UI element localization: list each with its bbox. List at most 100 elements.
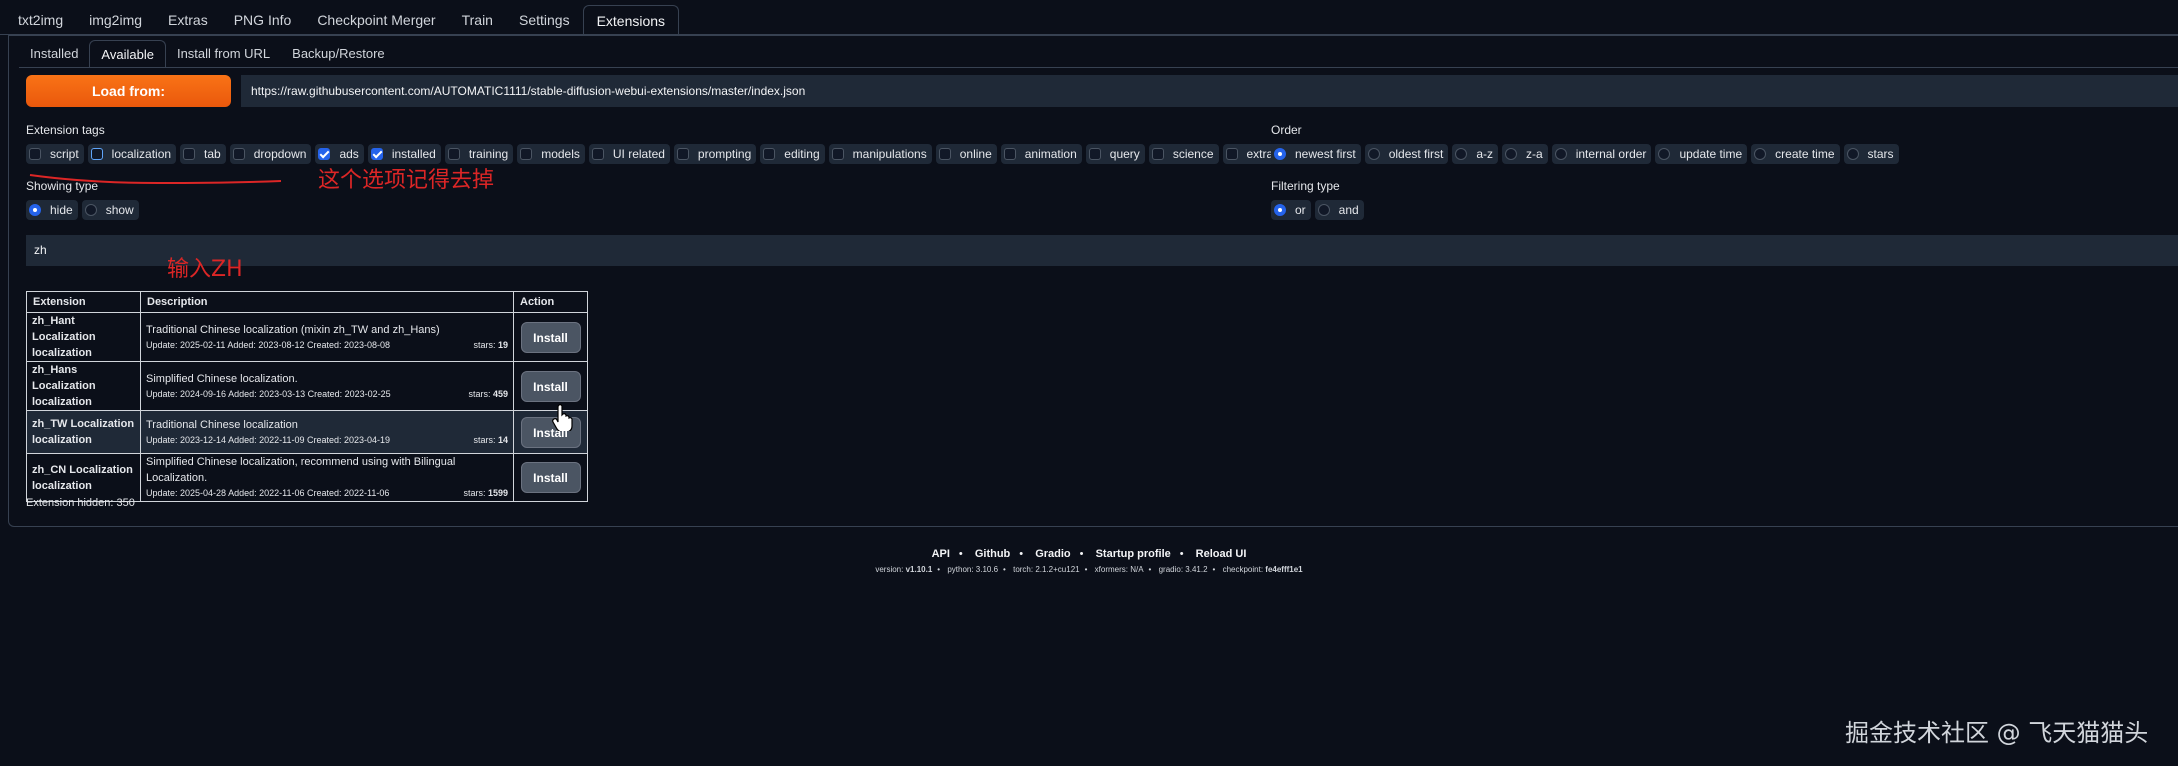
footer-link-api[interactable]: API	[932, 548, 950, 560]
header-extension: Extension	[26, 291, 141, 313]
stars-count: 19	[497, 339, 508, 350]
radio-icon	[1754, 148, 1767, 160]
extension-description: Simplified Chinese localization.	[146, 372, 298, 385]
description-cell: Simplified Chinese localization. Update:…	[140, 361, 514, 411]
tag-option-editing[interactable]: editing	[760, 144, 825, 164]
table-row: zh_TW Localization localization Traditio…	[26, 410, 588, 454]
tag-option-animation[interactable]: animation	[1000, 144, 1082, 164]
order-option-stars[interactable]: stars	[1843, 144, 1899, 164]
tab-txt2img[interactable]: txt2img	[5, 5, 76, 35]
checkbox-checked-icon	[318, 148, 331, 160]
tab-train[interactable]: Train	[449, 5, 506, 35]
tab-extras[interactable]: Extras	[155, 5, 221, 35]
checkbox-icon	[447, 148, 460, 160]
extension-name-link[interactable]: zh_Hant Localization	[32, 313, 135, 345]
extension-name-link[interactable]: zh_CN Localization	[32, 462, 135, 478]
footer-link-gradio[interactable]: Gradio	[1035, 548, 1070, 560]
checkpoint-value[interactable]: fe4efff1e1	[1265, 565, 1302, 574]
tab-settings[interactable]: Settings	[506, 5, 583, 35]
extension-tag: localization	[32, 347, 92, 359]
checkbox-icon	[763, 148, 776, 160]
tag-option-dropdown[interactable]: dropdown	[229, 144, 312, 164]
order-option-newest-first[interactable]: newest first	[1271, 144, 1361, 164]
tab-backup-restore[interactable]: Backup/Restore	[281, 40, 396, 68]
install-button[interactable]: Install	[520, 370, 581, 402]
showing-type-group: hide show	[26, 200, 143, 220]
version-value: v1.10.1	[905, 565, 933, 574]
footer-link-startup-profile[interactable]: Startup profile	[1096, 548, 1171, 560]
tag-option-localization[interactable]: localization	[87, 144, 177, 164]
checkbox-icon	[29, 148, 41, 160]
tag-option-ui-related[interactable]: UI related	[588, 144, 670, 164]
extension-dates: Update: 2025-02-11 Added: 2023-08-12 Cre…	[146, 339, 391, 350]
tab-install-from-url[interactable]: Install from URL	[166, 40, 281, 68]
radio-selected-icon	[1274, 204, 1286, 216]
order-option-update-time[interactable]: update time	[1655, 144, 1748, 164]
tag-option-models[interactable]: models	[517, 144, 585, 164]
tab-installed[interactable]: Installed	[19, 40, 89, 68]
extension-cell: zh_TW Localization localization	[26, 410, 141, 454]
footer-link-github[interactable]: Github	[975, 548, 1010, 560]
order-option-z-a[interactable]: z-a	[1502, 144, 1548, 164]
tag-option-manipulations[interactable]: manipulations	[828, 144, 932, 164]
showing-option-hide[interactable]: hide	[26, 200, 78, 220]
tag-option-online[interactable]: online	[935, 144, 997, 164]
torch-value: 2.1.2+cu121	[1035, 565, 1080, 574]
showing-type-label: Showing type	[26, 179, 99, 193]
tag-option-installed[interactable]: installed	[367, 144, 441, 164]
header-description: Description	[140, 291, 514, 313]
filtering-option-or[interactable]: or	[1271, 200, 1311, 220]
footer-link-reload-ui[interactable]: Reload UI	[1196, 548, 1247, 560]
filtering-type-label: Filtering type	[1271, 179, 1340, 193]
radio-selected-icon	[29, 204, 41, 216]
install-button[interactable]: Install	[520, 462, 581, 493]
tab-png-info[interactable]: PNG Info	[221, 5, 305, 35]
tag-option-prompting[interactable]: prompting	[673, 144, 757, 164]
header-action: Action	[513, 291, 588, 313]
tag-option-ads[interactable]: ads	[315, 144, 364, 164]
install-button[interactable]: Install	[520, 321, 581, 353]
filtering-type-group: or and	[1271, 200, 1368, 220]
tab-extensions[interactable]: Extensions	[582, 5, 680, 35]
python-value: 3.10.6	[975, 565, 999, 574]
index-url-input[interactable]: https://raw.githubusercontent.com/AUTOMA…	[241, 75, 2178, 107]
tab-available[interactable]: Available	[89, 40, 166, 68]
extension-name-link[interactable]: zh_TW Localization	[32, 416, 135, 432]
extension-search-input[interactable]: zh	[26, 235, 2178, 266]
description-cell: Simplified Chinese localization, recomme…	[140, 453, 514, 502]
order-option-oldest-first[interactable]: oldest first	[1364, 144, 1449, 164]
checkbox-icon	[1151, 148, 1164, 160]
tag-option-training[interactable]: training	[444, 144, 514, 164]
table-header-row: Extension Description Action	[26, 291, 588, 313]
radio-icon	[1317, 204, 1330, 216]
order-option-internal-order[interactable]: internal order	[1551, 144, 1652, 164]
annotation-remove-option: 这个选项记得去掉	[318, 168, 495, 193]
sub-tab-divider	[19, 67, 2178, 68]
load-from-button[interactable]: Load from:	[26, 75, 231, 107]
tag-option-tab[interactable]: tab	[180, 144, 226, 164]
showing-option-show[interactable]: show	[81, 200, 139, 220]
extension-cell: zh_Hans Localization localization	[26, 361, 141, 411]
checkbox-icon	[1003, 148, 1016, 160]
extension-dates: Update: 2025-04-28 Added: 2022-11-06 Cre…	[146, 488, 390, 498]
gradio-value: 3.41.2	[1185, 565, 1208, 574]
extension-cell: zh_Hant Localization localization	[26, 312, 141, 362]
filtering-option-and[interactable]: and	[1314, 200, 1364, 220]
checkbox-icon	[1088, 148, 1101, 160]
tag-option-script[interactable]: script	[26, 144, 84, 164]
order-group: newest first oldest first a-z z-a intern…	[1271, 144, 1903, 164]
extension-name-link[interactable]: zh_Hans Localization	[32, 362, 135, 394]
extension-cell: zh_CN Localization localization	[26, 453, 141, 502]
order-option-create-time[interactable]: create time	[1751, 144, 1840, 164]
action-cell: Install	[513, 410, 588, 454]
stars-count: 14	[497, 434, 508, 445]
table-row: zh_Hant Localization localization Tradit…	[26, 312, 588, 362]
top-tab-bar: txt2img img2img Extras PNG Info Checkpoi…	[5, 5, 680, 35]
tab-img2img[interactable]: img2img	[76, 5, 155, 35]
tag-option-query[interactable]: query	[1085, 144, 1145, 164]
table-row: zh_Hans Localization localization Simpli…	[26, 361, 588, 411]
tab-checkpoint-merger[interactable]: Checkpoint Merger	[304, 5, 448, 35]
tag-option-science[interactable]: science	[1148, 144, 1219, 164]
order-option-a-z[interactable]: a-z	[1452, 144, 1499, 164]
extension-description: Traditional Chinese localization	[146, 418, 298, 431]
